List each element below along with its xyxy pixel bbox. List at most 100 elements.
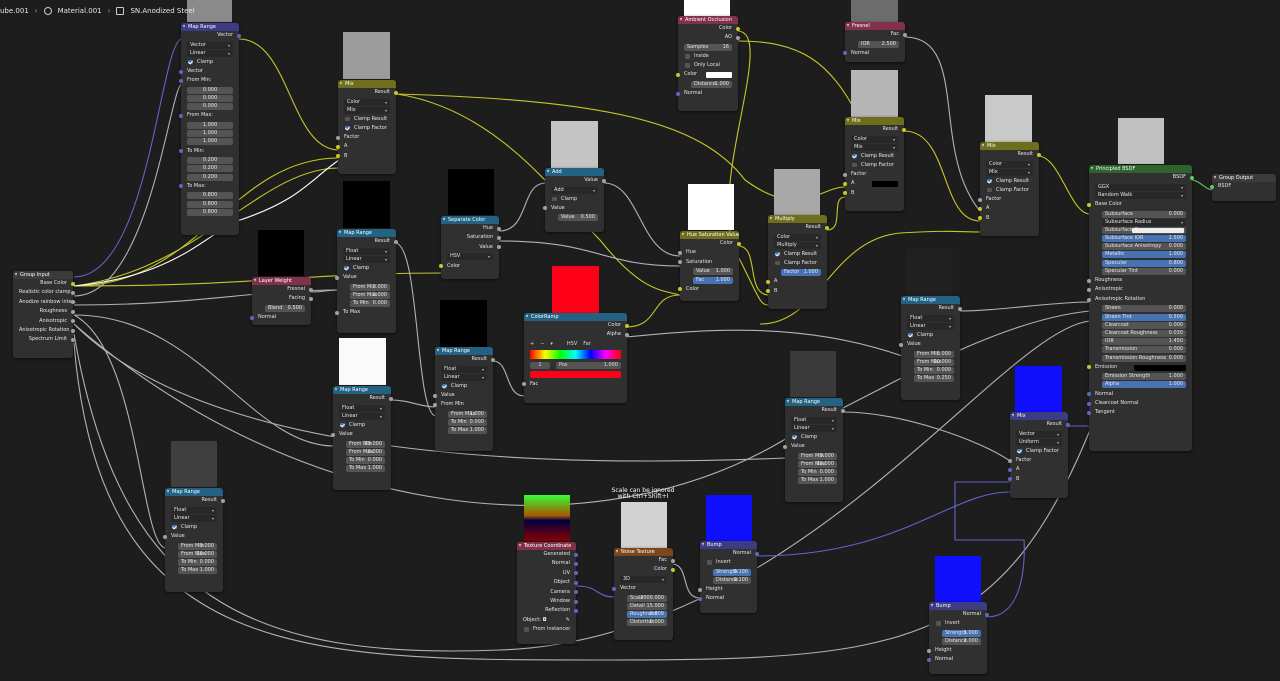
alpha-field[interactable]: Alpha 1.000 [1102, 381, 1186, 389]
from-max-field[interactable]: From Max 20.000 [178, 550, 217, 558]
to-min-field[interactable]: To Min 0.000 [798, 468, 837, 476]
interpolation-select[interactable]: Linear [791, 424, 837, 432]
breadcrumb-object[interactable]: ube.001 [0, 7, 29, 15]
node-header[interactable]: Map Range [333, 386, 391, 394]
breadcrumb-material[interactable]: Material.001 [58, 7, 102, 15]
to-min-y[interactable]: 0.200 [187, 165, 233, 173]
stop-index-field[interactable]: 1 [530, 361, 550, 369]
clamp-checkbox[interactable]: Clamp [165, 523, 223, 532]
invert-checkbox[interactable]: Invert [929, 619, 987, 628]
ior-field[interactable]: IOR 2.500 [858, 40, 899, 48]
subsurface-method-select[interactable]: Random Walk [1095, 191, 1186, 199]
interpolation-select[interactable]: Linear [343, 255, 390, 263]
clamp-factor-checkbox[interactable]: Clamp Factor [980, 186, 1039, 195]
distortion-field[interactable]: Distortion 0.000 [627, 619, 667, 627]
clamp-factor-checkbox[interactable]: Clamp Factor [768, 259, 827, 268]
node-map-range-4[interactable]: Map Range Result Float Linear Clamp Valu… [163, 488, 225, 592]
blend-mode-select[interactable]: Mix [344, 106, 390, 114]
clamp-checkbox[interactable]: Clamp [435, 382, 493, 391]
from-instancer-checkbox[interactable]: From Instancer [517, 625, 576, 634]
blend-mode-select[interactable]: Mix [986, 168, 1033, 176]
from-max-x[interactable]: 1.000 [187, 122, 233, 130]
bsdf-field[interactable]: Metallic 1.000 [1102, 251, 1186, 259]
detail-field[interactable]: Detail 15.000 [627, 602, 667, 610]
from-max-field[interactable]: From Max 20.000 [914, 358, 954, 366]
invert-checkbox[interactable]: Invert [700, 558, 757, 567]
node-header[interactable]: Map Range [901, 296, 960, 304]
node-fresnel[interactable]: Fresnel Fac IOR 2.500 Normal [843, 22, 907, 62]
node-header[interactable]: Add [545, 168, 604, 176]
bsdf-field[interactable]: IOR 1.450 [1102, 338, 1186, 346]
node-principled-bsdf[interactable]: Principled BSDF BSDF GGX Random Walk Bas… [1087, 165, 1194, 451]
to-min-field[interactable]: To Min 0.000 [914, 366, 954, 374]
node-map-range-5[interactable]: Map Range Result Float Linear Clamp Valu… [433, 347, 495, 451]
color-swatch[interactable] [872, 181, 898, 188]
from-min-y[interactable]: 0.000 [187, 95, 233, 103]
node-header[interactable]: Map Range [165, 488, 223, 496]
to-min-field[interactable]: To Min 0.000 [178, 558, 217, 566]
from-min-field[interactable]: From Min 0.000 [350, 283, 390, 291]
to-max-field[interactable]: To Max 1.000 [448, 427, 487, 435]
clamp-factor-checkbox[interactable]: Clamp Factor [338, 124, 396, 133]
bsdf-field[interactable]: Subsurface IOR 2.500 [1102, 235, 1186, 243]
node-map-range-2[interactable]: Map Range Result Float Linear Clamp Valu… [335, 229, 398, 333]
node-header[interactable]: Principled BSDF [1089, 165, 1192, 173]
color-ramp-gradient[interactable] [530, 350, 621, 360]
to-min-x[interactable]: 0.200 [187, 157, 233, 165]
node-header[interactable]: Mix [1010, 412, 1068, 420]
bsdf-field[interactable]: Sheen Tint 0.500 [1102, 313, 1186, 321]
from-max-field[interactable]: From Max 20.000 [798, 460, 837, 468]
to-max-y[interactable]: 0.800 [187, 200, 233, 208]
clamp-checkbox[interactable]: Clamp [181, 58, 239, 67]
blend-field[interactable]: Blend 0.500 [265, 304, 305, 312]
node-header[interactable]: Layer Weight [252, 277, 311, 285]
to-max-field[interactable]: To Max 1.000 [798, 477, 837, 485]
node-map-range-6[interactable]: Map Range Result Float Linear Clamp Valu… [899, 296, 962, 400]
from-max-field[interactable]: From Max 0.000 [346, 448, 385, 456]
factor-mode-select[interactable]: Uniform [1016, 438, 1062, 446]
to-max-x[interactable]: 0.800 [187, 192, 233, 200]
node-separate-color[interactable]: Separate Color Hue Saturation Value HSV … [439, 216, 501, 279]
node-header[interactable]: Bump [929, 602, 987, 610]
clamp-result-checkbox[interactable]: Clamp Result [338, 115, 396, 124]
node-header[interactable]: Separate Color [441, 216, 499, 224]
node-mix-2[interactable]: Mix Result Color Mix Clamp Result Clamp … [843, 117, 906, 211]
node-header[interactable]: ColorRamp [524, 313, 627, 321]
to-min-field[interactable]: To Min 0.000 [350, 299, 390, 307]
blend-mode-select[interactable]: Multiply [774, 241, 821, 249]
strength-field[interactable]: Strength 0.100 [713, 568, 751, 576]
bsdf-field[interactable]: Clearcoat Roughness 0.030 [1102, 329, 1186, 337]
node-header[interactable]: Noise Texture [614, 548, 673, 556]
interpolation-select[interactable]: Linear [171, 514, 217, 522]
node-header[interactable]: Fresnel [845, 22, 905, 30]
from-min-field[interactable]: From Min 0.000 [178, 542, 217, 550]
data-type-select[interactable]: Color [774, 233, 821, 241]
node-header[interactable]: Multiply [768, 215, 827, 223]
from-max-field[interactable]: From Max 1.000 [448, 410, 487, 418]
bsdf-field[interactable]: Subsurface 0.000 [1102, 210, 1186, 218]
data-type-select[interactable]: Float [907, 314, 954, 322]
clamp-checkbox[interactable]: Clamp [333, 421, 391, 430]
node-mix-multiply[interactable]: Multiply Result Color Multiply Clamp Res… [766, 215, 829, 309]
interpolation-select[interactable]: Linear [187, 49, 233, 57]
clamp-factor-checkbox[interactable]: Clamp Factor [845, 161, 904, 170]
add-stop-button[interactable]: + [530, 340, 534, 349]
node-header[interactable]: Mix [980, 142, 1039, 150]
bsdf-field[interactable]: Sheen 0.000 [1102, 305, 1186, 313]
samples-field[interactable]: Samples 16 [684, 43, 732, 51]
data-type-select[interactable]: Float [343, 247, 390, 255]
data-type-select[interactable]: Color [986, 160, 1033, 168]
node-group-input[interactable]: Group Input Base Color Realistic color c… [13, 271, 76, 358]
data-type-select[interactable]: Vector [187, 41, 233, 49]
node-map-range-vector[interactable]: Map Range Vector Vector Linear Clamp Vec… [179, 23, 241, 235]
data-type-select[interactable]: Color [851, 135, 898, 143]
to-max-field[interactable]: To Max 1.000 [178, 567, 217, 575]
node-header[interactable]: Map Range [337, 229, 396, 237]
interpolation-select[interactable]: Linear [441, 373, 487, 381]
data-type-select[interactable]: Color [344, 98, 390, 106]
value-field[interactable]: Value 0.500 [558, 214, 598, 222]
node-texture-coordinate[interactable]: Texture Coordinate Generated Normal UV O… [517, 542, 578, 644]
scale-field[interactable]: Scale 2000.000 [627, 594, 667, 602]
data-type-select[interactable]: Vector [1016, 430, 1062, 438]
remove-stop-button[interactable]: − [540, 340, 544, 349]
